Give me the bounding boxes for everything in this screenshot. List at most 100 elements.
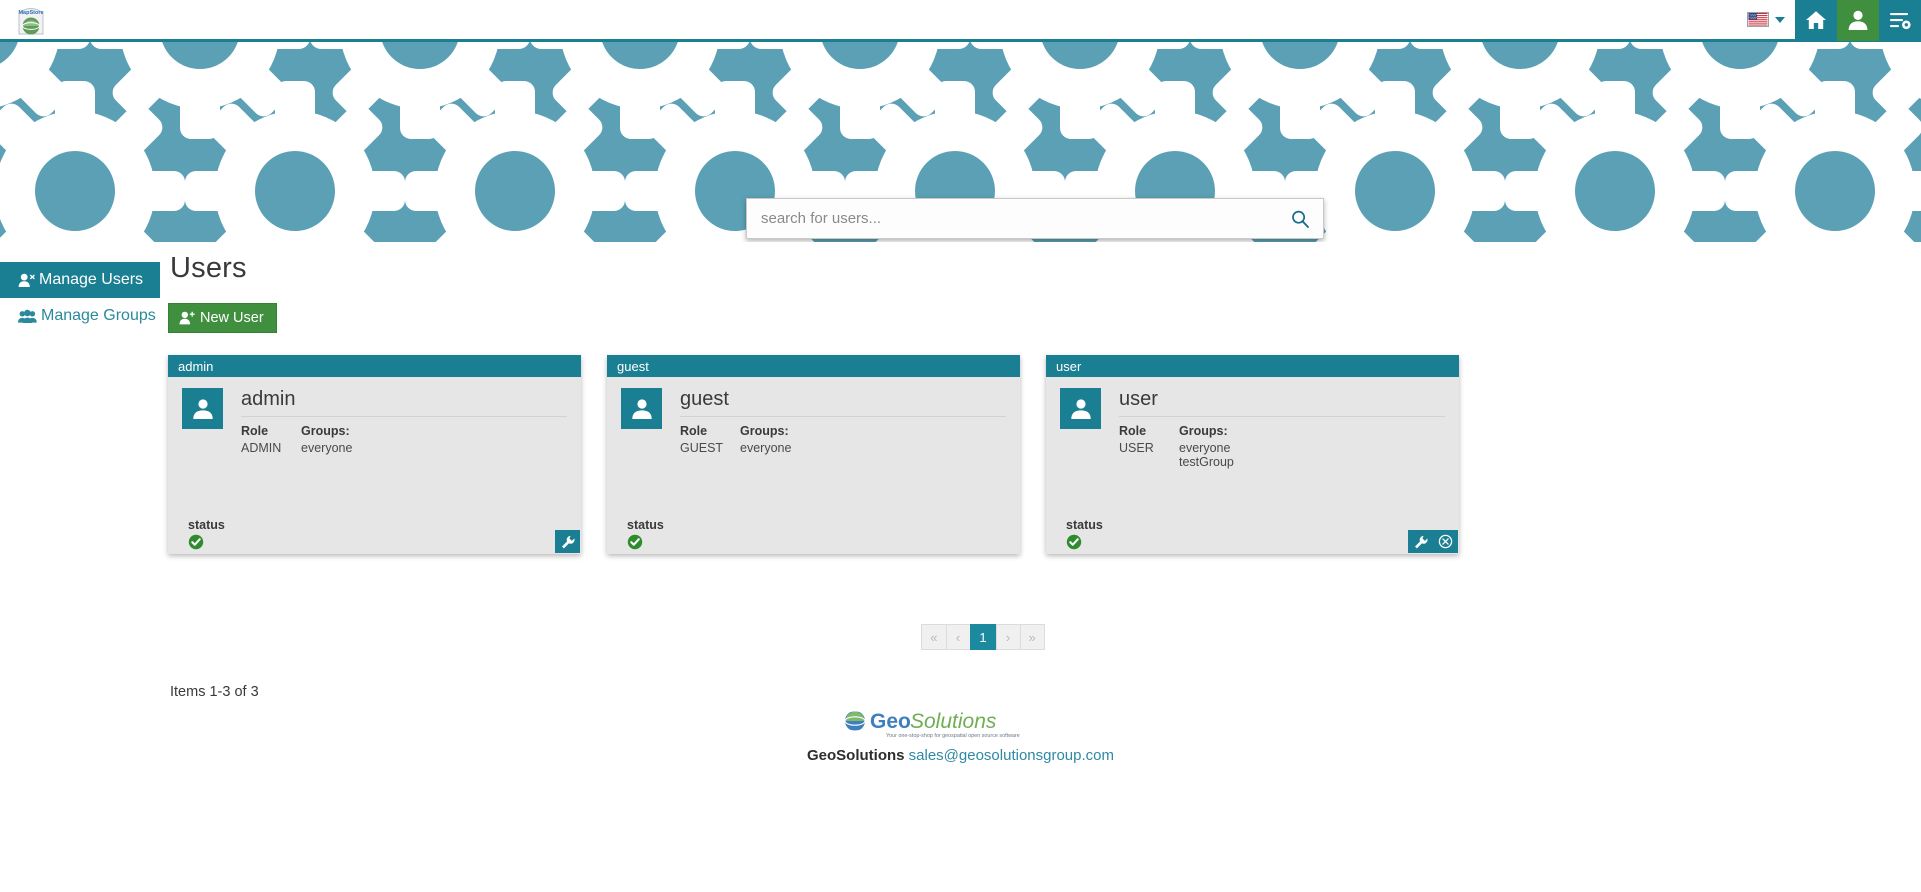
new-user-button[interactable]: New User bbox=[168, 303, 277, 333]
svg-text:Your one-stop-shop for geospat: Your one-stop-shop for geospatial open s… bbox=[886, 733, 1020, 739]
user-icon bbox=[1848, 10, 1868, 30]
avatar bbox=[621, 388, 662, 429]
user-card-footer: status bbox=[168, 512, 581, 554]
geosolutions-logo: Geo Solutions Your one-stop-shop for geo… bbox=[0, 708, 1921, 742]
svg-text:MapStore: MapStore bbox=[18, 10, 43, 16]
account-button[interactable] bbox=[1837, 0, 1879, 41]
user-role-column: Role USER bbox=[1119, 424, 1179, 470]
items-count-label: Items 1-3 of 3 bbox=[170, 684, 259, 700]
status-block: status bbox=[1066, 518, 1103, 550]
new-user-button-label: New User bbox=[200, 310, 264, 326]
home-icon bbox=[1806, 10, 1826, 29]
check-circle-icon bbox=[1066, 534, 1082, 550]
check-circle-icon bbox=[188, 534, 204, 550]
search-input[interactable] bbox=[747, 199, 1277, 238]
status-block: status bbox=[627, 518, 664, 550]
user-card-actions bbox=[1408, 530, 1458, 553]
home-button[interactable] bbox=[1795, 0, 1837, 41]
edit-user-button[interactable] bbox=[555, 530, 580, 553]
role-value: GUEST bbox=[680, 441, 724, 455]
page-last-button[interactable]: » bbox=[1019, 624, 1045, 650]
groups-value: everyone testGroup bbox=[1179, 441, 1234, 470]
user-card[interactable]: guest guest Role GUEST Groups: everyone … bbox=[607, 355, 1020, 554]
page-footer: Geo Solutions Your one-stop-shop for geo… bbox=[0, 708, 1921, 764]
settings-button[interactable] bbox=[1879, 0, 1921, 41]
search-submit-button[interactable] bbox=[1277, 199, 1323, 238]
user-card-header: admin bbox=[168, 355, 581, 377]
us-flag-icon bbox=[1747, 12, 1769, 27]
page-previous-button[interactable]: ‹ bbox=[945, 624, 970, 650]
check-circle-icon bbox=[627, 534, 643, 550]
top-navigation-bar: MapStore bbox=[0, 0, 1921, 42]
user-name: admin bbox=[241, 388, 567, 417]
role-value: ADMIN bbox=[241, 441, 282, 455]
delete-circle-icon bbox=[1438, 534, 1453, 549]
user-name: guest bbox=[680, 388, 1006, 417]
user-single-icon bbox=[18, 273, 35, 288]
user-meta: Role USER Groups: everyone testGroup bbox=[1119, 424, 1445, 470]
edit-user-button[interactable] bbox=[1408, 530, 1433, 553]
groups-value: everyone bbox=[301, 441, 353, 455]
sidebar-item-label: Manage Users bbox=[39, 271, 144, 288]
mapstore-logo-icon[interactable]: MapStore bbox=[14, 3, 48, 37]
geosolutions-logo-icon: Geo Solutions Your one-stop-shop for geo… bbox=[840, 710, 1020, 739]
page-next-button[interactable]: › bbox=[995, 624, 1020, 650]
language-selector[interactable] bbox=[1747, 12, 1785, 27]
pagination: « ‹ 1 › » bbox=[168, 624, 1798, 650]
search-bar bbox=[746, 198, 1324, 239]
avatar bbox=[1060, 388, 1101, 429]
user-card-header: guest bbox=[607, 355, 1020, 377]
role-value: USER bbox=[1119, 441, 1154, 455]
groups-label: Groups: bbox=[1179, 424, 1228, 438]
groups-value: everyone bbox=[740, 441, 792, 455]
role-label: Role bbox=[1119, 424, 1147, 438]
user-name: user bbox=[1119, 388, 1445, 417]
role-label: Role bbox=[680, 424, 708, 438]
main-content: Users New User admin admin Role ADMIN Gr… bbox=[168, 252, 1908, 700]
user-groups-column: Groups: everyone bbox=[301, 424, 567, 455]
user-card[interactable]: user user Role USER Groups: everyone tes… bbox=[1046, 355, 1459, 554]
sidebar-item-manage-groups[interactable]: Manage Groups bbox=[0, 298, 160, 334]
user-groups-column: Groups: everyone bbox=[740, 424, 1006, 455]
page-title: Users bbox=[170, 252, 247, 284]
svg-text:Solutions: Solutions bbox=[910, 710, 997, 733]
user-meta: Role GUEST Groups: everyone bbox=[680, 424, 1006, 455]
delete-user-button[interactable] bbox=[1433, 530, 1458, 553]
user-role-column: Role GUEST bbox=[680, 424, 740, 455]
sidebar: Manage Users Manage Groups bbox=[0, 262, 160, 334]
user-meta: Role ADMIN Groups: everyone bbox=[241, 424, 567, 455]
user-card[interactable]: admin admin Role ADMIN Groups: everyone … bbox=[168, 355, 581, 554]
wrench-icon bbox=[1414, 535, 1427, 548]
avatar bbox=[182, 388, 223, 429]
user-role-column: Role ADMIN bbox=[241, 424, 301, 455]
settings-icon bbox=[1890, 12, 1911, 29]
search-icon bbox=[1292, 210, 1309, 228]
user-avatar-icon bbox=[192, 398, 213, 419]
status-label: status bbox=[1066, 518, 1103, 532]
user-card-actions bbox=[555, 530, 580, 553]
groups-label: Groups: bbox=[740, 424, 789, 438]
status-label: status bbox=[188, 518, 225, 532]
wrench-icon bbox=[561, 535, 574, 548]
role-label: Role bbox=[241, 424, 269, 438]
user-card-grid: admin admin Role ADMIN Groups: everyone … bbox=[168, 355, 1908, 554]
page-first-button[interactable]: « bbox=[921, 624, 946, 650]
footer-email-link[interactable]: sales@geosolutionsgroup.com bbox=[909, 747, 1114, 764]
footer-credit: GeoSolutions sales@geosolutionsgroup.com bbox=[0, 747, 1921, 764]
svg-text:Geo: Geo bbox=[870, 710, 911, 733]
user-card-header: user bbox=[1046, 355, 1459, 377]
footer-company-name: GeoSolutions bbox=[806, 747, 905, 764]
sidebar-item-manage-users[interactable]: Manage Users bbox=[0, 262, 160, 298]
status-label: status bbox=[627, 518, 664, 532]
page-number-button[interactable]: 1 bbox=[969, 624, 996, 650]
status-block: status bbox=[188, 518, 225, 550]
user-plus-icon bbox=[179, 311, 195, 325]
chevron-down-icon bbox=[1775, 16, 1785, 23]
groups-label: Groups: bbox=[301, 424, 350, 438]
user-avatar-icon bbox=[631, 398, 652, 419]
user-card-footer: status bbox=[1046, 512, 1459, 554]
sidebar-item-label: Manage Groups bbox=[41, 307, 156, 324]
users-group-icon bbox=[18, 309, 37, 324]
user-groups-column: Groups: everyone testGroup bbox=[1179, 424, 1445, 470]
hero-banner bbox=[0, 39, 1921, 242]
